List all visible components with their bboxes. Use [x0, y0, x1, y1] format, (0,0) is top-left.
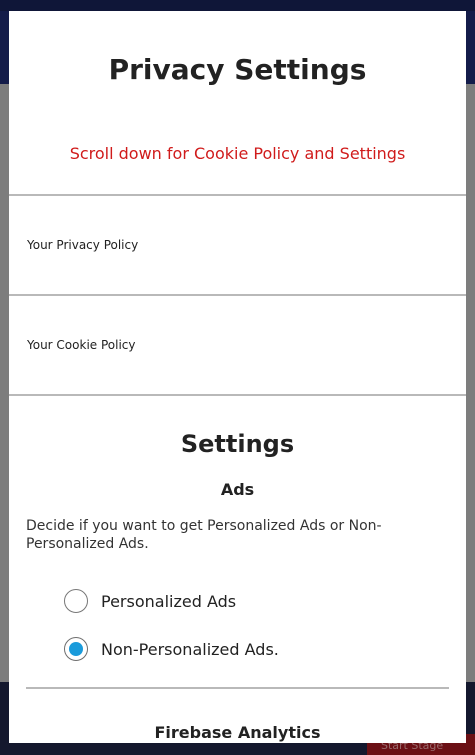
cookie-policy-link[interactable]: Your Cookie Policy — [27, 338, 136, 352]
ads-description: Decide if you want to get Personalized A… — [26, 518, 382, 552]
divider — [26, 687, 449, 689]
divider — [9, 194, 466, 196]
radio-checked-icon[interactable] — [64, 637, 88, 661]
privacy-settings-dialog: Privacy Settings Scroll down for Cookie … — [9, 11, 466, 743]
divider — [9, 394, 466, 396]
dialog-title: Privacy Settings — [108, 53, 367, 86]
non-personalized-ads-option[interactable]: Non-Personalized Ads. — [64, 635, 279, 663]
radio-unchecked-icon[interactable] — [64, 589, 88, 613]
settings-heading: Settings — [180, 430, 295, 458]
divider — [9, 294, 466, 296]
radio-label: Non-Personalized Ads. — [101, 639, 279, 659]
firebase-analytics-heading: Firebase Analytics — [154, 723, 321, 742]
radio-label: Personalized Ads — [101, 591, 237, 611]
privacy-policy-link[interactable]: Your Privacy Policy — [27, 238, 138, 252]
personalized-ads-option[interactable]: Personalized Ads — [64, 587, 236, 615]
ads-heading: Ads — [220, 480, 255, 499]
scroll-notice: Scroll down for Cookie Policy and Settin… — [69, 144, 406, 163]
